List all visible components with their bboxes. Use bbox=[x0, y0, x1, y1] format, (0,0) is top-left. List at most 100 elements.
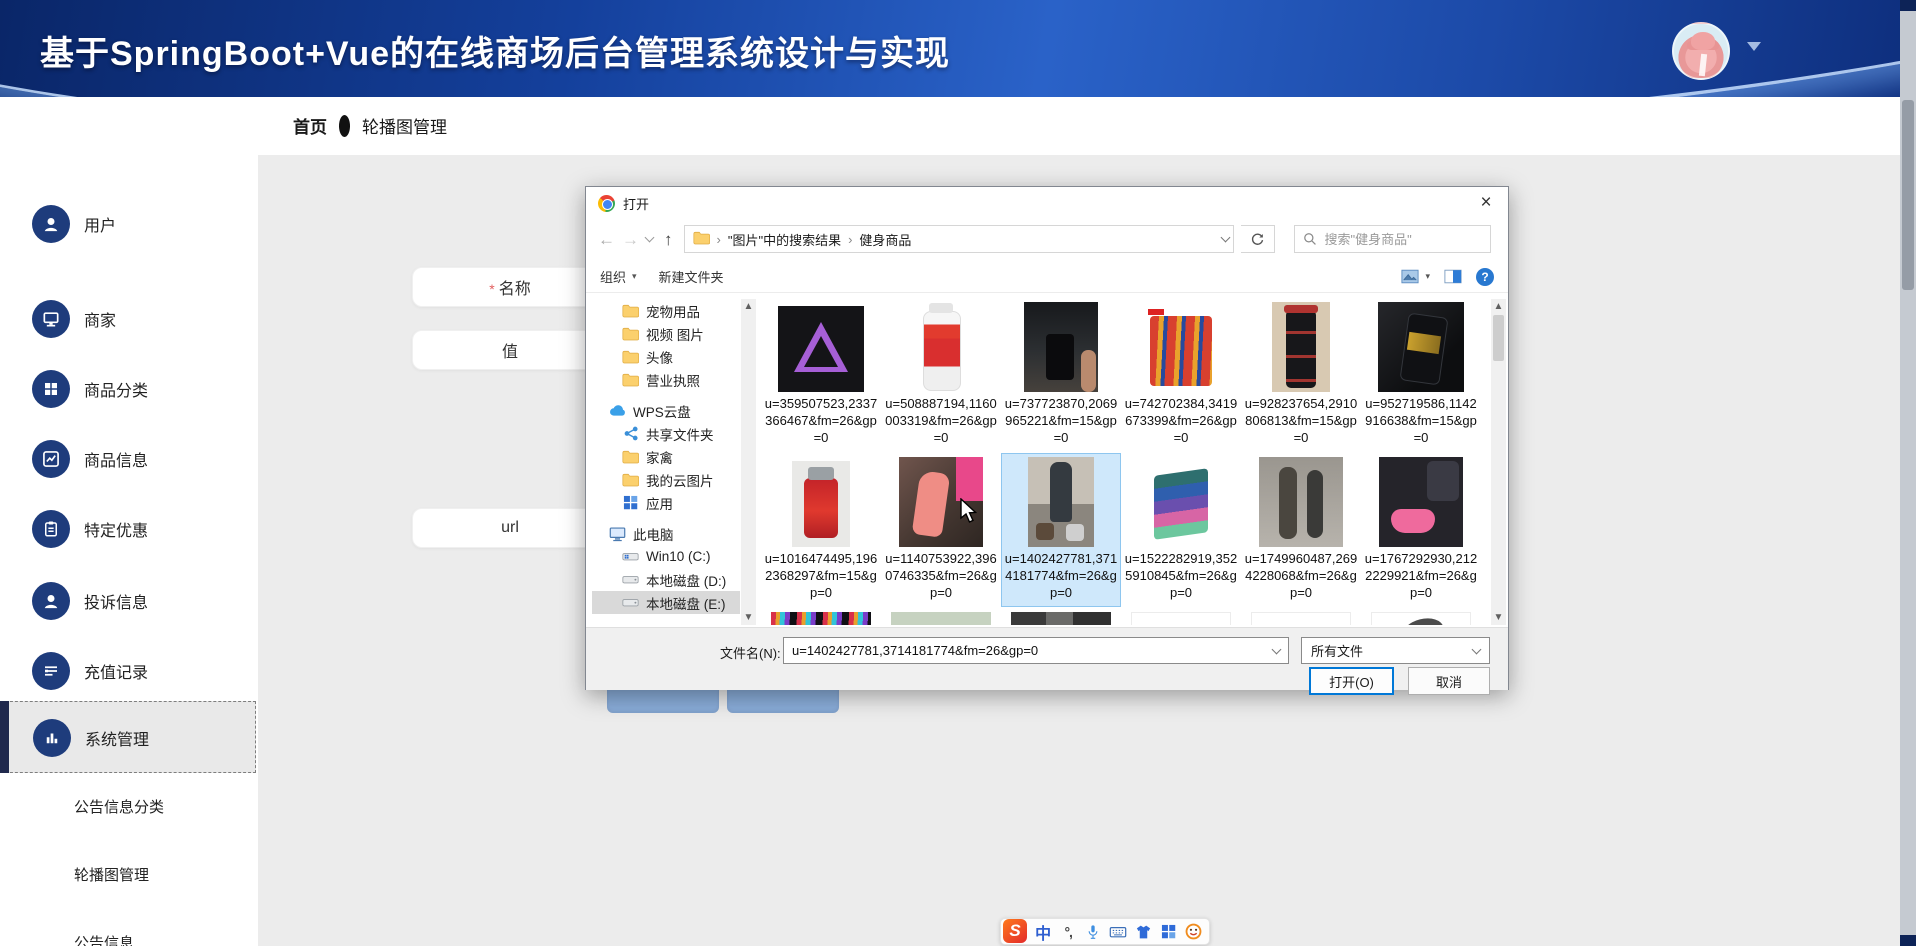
avatar-caret-icon[interactable] bbox=[1747, 42, 1761, 51]
file-name: u=1140753922,3960746335&fm=26&gp=0 bbox=[885, 551, 997, 600]
tree-item[interactable]: 头像 bbox=[592, 345, 740, 368]
file-item-partial[interactable] bbox=[1002, 609, 1120, 625]
grid-icon bbox=[32, 370, 70, 408]
view-mode-button[interactable]: ▾ bbox=[1401, 269, 1430, 284]
refresh-button[interactable] bbox=[1240, 225, 1275, 253]
search-box[interactable] bbox=[1293, 225, 1491, 253]
sidebar-subitem[interactable]: 公告信息 bbox=[74, 927, 258, 946]
sidebar-item-selected[interactable]: 系统管理 bbox=[0, 701, 256, 773]
punctuation-icon[interactable]: °, bbox=[1059, 921, 1077, 943]
file-item[interactable]: u=742702384,3419673399&fm=26&gp=0 bbox=[1122, 299, 1240, 451]
bars-icon bbox=[33, 719, 71, 757]
tree-item[interactable]: 此电脑 bbox=[592, 522, 740, 545]
tree-item[interactable]: 应用 bbox=[592, 491, 740, 514]
help-icon[interactable]: ? bbox=[1476, 267, 1494, 286]
tree-item[interactable]: 我的云图片 bbox=[592, 468, 740, 491]
file-item-partial[interactable] bbox=[882, 609, 1000, 625]
path-segment-search-results[interactable]: "图片"中的搜索结果 bbox=[728, 230, 841, 249]
tree-item[interactable]: WPS云盘 bbox=[592, 399, 740, 422]
history-chevron-icon[interactable] bbox=[644, 232, 655, 243]
sidebar-item-label: 特定优惠 bbox=[84, 523, 149, 540]
emoji-icon[interactable] bbox=[1185, 921, 1203, 943]
file-item[interactable]: u=1767292930,2122229921&fm=26&gp=0 bbox=[1362, 454, 1480, 606]
sidebar-nav: 用户 商家 商品分类 商品信息 特定优惠 投诉信息 充值记录 系统管理 公告信息… bbox=[0, 97, 258, 946]
sogou-logo-icon[interactable]: S bbox=[1003, 918, 1027, 943]
tree-item[interactable]: 共享文件夹 bbox=[592, 422, 740, 445]
form-field-name[interactable]: * 名称 bbox=[412, 267, 608, 307]
sidebar-item[interactable]: 投诉信息 bbox=[0, 578, 258, 624]
skin-icon[interactable] bbox=[1135, 921, 1153, 943]
sidebar-subitem[interactable]: 轮播图管理 bbox=[74, 859, 258, 889]
file-item-partial[interactable] bbox=[1362, 609, 1480, 625]
tree-item[interactable]: 宠物用品 bbox=[592, 299, 740, 322]
cancel-button[interactable]: 取消 bbox=[1408, 667, 1490, 695]
file-item[interactable]: u=508887194,1160003319&fm=26&gp=0 bbox=[882, 299, 1000, 451]
tree-item-label: 应用 bbox=[646, 496, 673, 512]
folder-icon bbox=[692, 231, 710, 248]
up-icon[interactable]: ↑ bbox=[664, 231, 673, 248]
sidebar-item-partial[interactable]: 用户 bbox=[0, 201, 258, 247]
file-item[interactable]: u=1749960487,2694228068&fm=26&gp=0 bbox=[1242, 454, 1360, 606]
preview-pane-icon[interactable] bbox=[1444, 269, 1462, 284]
filename-dropdown-icon[interactable] bbox=[1271, 644, 1282, 654]
sidebar-item[interactable]: 商家 bbox=[0, 296, 258, 342]
tree-item-label: 家禽 bbox=[646, 450, 673, 466]
filetype-select[interactable]: 所有文件 bbox=[1301, 637, 1490, 664]
back-icon[interactable]: ← bbox=[598, 231, 615, 248]
tree-item[interactable]: Win10 (C:) bbox=[592, 545, 740, 568]
chinese-mode-icon[interactable]: 中 bbox=[1034, 921, 1052, 943]
toolbox-icon[interactable] bbox=[1160, 921, 1178, 943]
tree-item[interactable]: 视频 图片 bbox=[592, 322, 740, 345]
breadcrumb-home[interactable]: 首页 bbox=[293, 113, 327, 138]
file-item[interactable]: u=1522282919,3525910845&fm=26&gp=0 bbox=[1122, 454, 1240, 606]
scroll-down-icon[interactable]: ▼ bbox=[744, 610, 754, 625]
sidebar-subitem[interactable]: 公告信息分类 bbox=[74, 791, 258, 821]
address-dropdown-icon[interactable] bbox=[1220, 232, 1230, 243]
form-field-value[interactable]: 值 bbox=[412, 330, 608, 370]
file-item[interactable]: u=1016474495,1962368297&fm=15&gp=0 bbox=[762, 454, 880, 606]
search-input[interactable] bbox=[1324, 231, 1465, 247]
folder-icon bbox=[622, 373, 639, 387]
sidebar-item[interactable]: 商品信息 bbox=[0, 436, 258, 482]
close-icon[interactable]: × bbox=[1472, 190, 1500, 216]
sidebar-item[interactable]: 充值记录 bbox=[0, 648, 258, 694]
file-item-partial[interactable] bbox=[1122, 609, 1240, 625]
sidebar-item-label: 商品分类 bbox=[84, 383, 149, 400]
path-segment-folder[interactable]: 健身商品 bbox=[859, 230, 911, 249]
address-bar[interactable]: › "图片"中的搜索结果 › 健身商品 bbox=[683, 225, 1234, 253]
scrollbar-thumb[interactable] bbox=[1493, 315, 1504, 361]
tree-item[interactable]: 本地磁盘 (E:) bbox=[592, 591, 740, 614]
file-item[interactable]: u=359507523,2337366467&fm=26&gp=0 bbox=[762, 299, 880, 451]
file-item[interactable]: u=1140753922,3960746335&fm=26&gp=0 bbox=[882, 454, 1000, 606]
forward-icon[interactable]: → bbox=[622, 231, 639, 248]
tree-scrollbar[interactable]: ▲ ▼ bbox=[741, 299, 756, 625]
sidebar-item-label: 投诉信息 bbox=[84, 595, 149, 612]
sidebar-item[interactable]: 商品分类 bbox=[0, 366, 258, 412]
filename-input[interactable] bbox=[784, 643, 1273, 658]
microphone-icon[interactable] bbox=[1084, 921, 1102, 943]
tree-item[interactable]: 家禽 bbox=[592, 445, 740, 468]
scroll-down-icon[interactable]: ▼ bbox=[1494, 610, 1504, 625]
scrollbar-thumb[interactable] bbox=[1902, 100, 1914, 290]
user-avatar[interactable] bbox=[1672, 22, 1730, 80]
file-item[interactable]: u=928237654,2910806813&fm=15&gp=0 bbox=[1242, 299, 1360, 451]
file-item-selected[interactable]: u=1402427781,3714181774&fm=26&gp=0 bbox=[1001, 453, 1121, 607]
file-open-dialog: 打开 × ← → ↑ › "图片"中的搜索结果 › 健身商品 搜索"健身商品" … bbox=[585, 186, 1509, 695]
tree-item[interactable]: 营业执照 bbox=[592, 368, 740, 391]
file-list-scrollbar[interactable]: ▲ ▼ bbox=[1491, 299, 1506, 625]
keyboard-icon[interactable] bbox=[1109, 921, 1127, 943]
file-item[interactable]: u=737723870,2069965221&fm=15&gp=0 bbox=[1002, 299, 1120, 451]
scroll-up-icon[interactable]: ▲ bbox=[1494, 299, 1504, 314]
organize-button[interactable]: 组织 ▾ bbox=[600, 267, 637, 286]
dialog-titlebar[interactable]: 打开 bbox=[586, 187, 1508, 219]
file-item-partial[interactable] bbox=[762, 609, 880, 625]
open-button[interactable]: 打开(O) bbox=[1309, 667, 1394, 695]
new-folder-button[interactable]: 新建文件夹 bbox=[659, 267, 724, 286]
page-scrollbar[interactable] bbox=[1900, 0, 1916, 946]
file-item-partial[interactable] bbox=[1242, 609, 1360, 625]
scroll-up-icon[interactable]: ▲ bbox=[744, 299, 754, 314]
file-item[interactable]: u=952719586,1142916638&fm=15&gp=0 bbox=[1362, 299, 1480, 451]
tree-item[interactable]: 本地磁盘 (D:) bbox=[592, 568, 740, 591]
sidebar-item[interactable]: 特定优惠 bbox=[0, 506, 258, 552]
form-field-url[interactable]: url bbox=[412, 508, 608, 548]
